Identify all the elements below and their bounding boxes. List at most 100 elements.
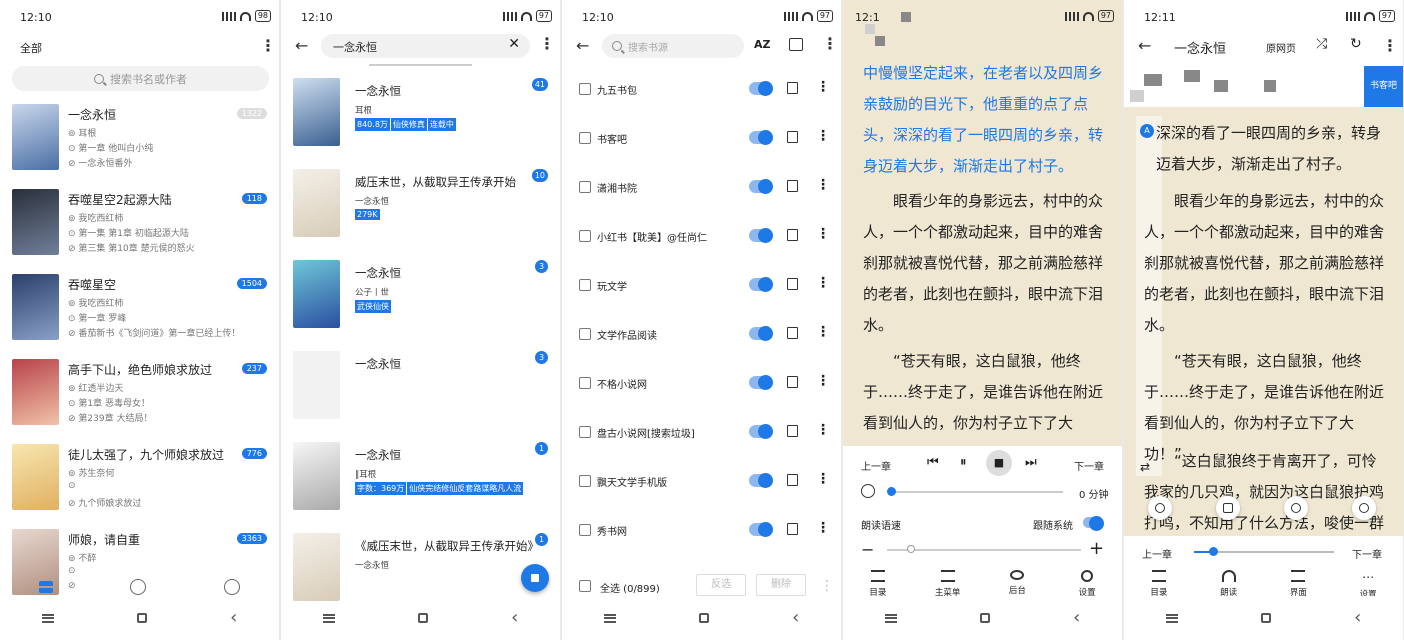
source-enable-toggle[interactable] <box>749 473 773 488</box>
shelf-search-bar[interactable]: 搜索书名或作者 <box>12 66 269 91</box>
menu-item-main[interactable]: 主菜单 <box>923 570 973 598</box>
book-cover[interactable] <box>12 359 59 425</box>
more-menu-icon[interactable]: ⋮ <box>816 521 830 535</box>
source-checkbox[interactable] <box>579 132 591 144</box>
source-checkbox[interactable] <box>579 83 591 95</box>
sort-az-icon[interactable]: AZ <box>754 38 771 51</box>
clear-icon[interactable]: ✕ <box>508 36 520 52</box>
more-menu-icon[interactable]: ⋮ <box>816 374 830 388</box>
refresh-icon[interactable]: ↻ <box>1350 36 1362 52</box>
edit-icon[interactable] <box>787 131 798 143</box>
back-icon[interactable]: ‹ <box>1354 609 1361 627</box>
more-menu-icon[interactable]: ⋮ <box>816 178 830 192</box>
book-cover[interactable] <box>293 169 340 237</box>
skip-forward-icon[interactable]: ⏭ <box>1025 455 1037 470</box>
plus-icon[interactable]: + <box>1089 538 1104 559</box>
search-text-button[interactable] <box>1148 496 1172 520</box>
recents-icon[interactable] <box>322 613 335 623</box>
recents-icon[interactable] <box>884 613 897 623</box>
book-source-row[interactable]: 潇湘书院 ⋮ <box>562 164 841 213</box>
speed-slider-knob[interactable] <box>907 545 915 553</box>
back-icon[interactable]: ‹ <box>230 609 237 627</box>
follow-system-toggle[interactable] <box>1083 516 1104 531</box>
more-menu-icon[interactable]: ⋮ <box>816 423 830 437</box>
book-cover[interactable] <box>12 274 59 340</box>
source-enable-toggle[interactable] <box>749 130 773 145</box>
replace-button[interactable] <box>1284 496 1308 520</box>
book-source-row[interactable]: 飘天文学手机版 ⋮ <box>562 458 841 507</box>
source-enable-toggle[interactable] <box>749 228 773 243</box>
book-cover[interactable] <box>293 533 340 601</box>
more-menu-icon[interactable]: ⋮ <box>816 325 830 339</box>
invert-selection-button[interactable]: 反选 <box>696 574 746 596</box>
recents-icon[interactable] <box>41 613 54 623</box>
book-source-row[interactable]: 不格小说网 ⋮ <box>562 360 841 409</box>
search-result-item[interactable]: 威压末世，从截取异王传承开始 一念永恒 279K 10 <box>281 169 560 261</box>
timer-icon[interactable] <box>861 484 875 498</box>
menu-item-settings[interactable]: 设置 <box>1062 570 1112 598</box>
source-enable-toggle[interactable] <box>749 522 773 537</box>
source-checkbox[interactable] <box>579 475 591 487</box>
group-title[interactable]: 全部 <box>20 40 42 56</box>
source-enable-toggle[interactable] <box>749 326 773 341</box>
auto-scroll-icon[interactable]: A <box>1140 124 1154 138</box>
source-enable-toggle[interactable] <box>749 277 773 292</box>
back-arrow-icon[interactable]: ← <box>1138 36 1151 55</box>
back-arrow-icon[interactable]: ← <box>576 36 589 55</box>
book-source-row[interactable]: 文学作品阅读 ⋮ <box>562 311 841 360</box>
home-icon[interactable] <box>698 613 709 623</box>
more-menu-icon[interactable]: ⋮ <box>816 276 830 290</box>
edit-icon[interactable] <box>787 523 798 535</box>
book-source-row[interactable]: 九五书包 ⋮ <box>562 66 841 115</box>
next-chapter-button[interactable]: 下一章 <box>1352 546 1382 561</box>
select-all-checkbox[interactable] <box>579 580 591 592</box>
more-menu-icon[interactable]: ⋮ <box>539 36 555 52</box>
more-menu-icon[interactable]: ⋮ <box>1382 38 1398 54</box>
source-enable-toggle[interactable] <box>749 375 773 390</box>
search-result-item[interactable]: 一念永恒 ‖耳根 字数：369万 仙侠完结修仙反套路谋略凡人流 1 <box>281 442 560 534</box>
book-cover[interactable] <box>293 78 340 146</box>
delete-button[interactable]: 删除 <box>756 574 806 596</box>
timer-slider-knob[interactable] <box>887 487 896 496</box>
prev-chapter-button[interactable]: 上一章 <box>1142 546 1172 561</box>
search-result-item[interactable]: 一念永恒 3 <box>281 351 560 443</box>
source-checkbox[interactable] <box>579 426 591 438</box>
menu-item-background[interactable]: 后台 <box>992 570 1042 598</box>
source-enable-toggle[interactable] <box>749 424 773 439</box>
book-source-row[interactable]: 小红书【耽美】@任尚仁 ⋮ <box>562 213 841 262</box>
profile-tab-icon[interactable] <box>224 579 241 595</box>
source-checkbox[interactable] <box>579 328 591 340</box>
book-cover[interactable] <box>12 104 59 170</box>
edit-icon[interactable] <box>787 474 798 486</box>
more-actions-icon[interactable]: ⋮ <box>820 578 834 594</box>
recents-icon[interactable] <box>1165 613 1178 623</box>
bookshelf-tab-icon[interactable] <box>38 581 53 593</box>
more-menu-icon[interactable]: ⋮ <box>822 36 838 52</box>
menu-item-toc[interactable]: 目录 <box>853 570 903 598</box>
next-chapter-button[interactable]: 下一章 <box>1074 458 1104 473</box>
more-menu-icon[interactable]: ⋮ <box>816 129 830 143</box>
book-cover[interactable] <box>12 444 59 510</box>
shuffle-icon[interactable]: ⤮ <box>1316 36 1327 52</box>
home-icon[interactable] <box>1260 613 1271 623</box>
skip-back-icon[interactable]: ⏮ <box>927 455 939 470</box>
stop-icon[interactable]: ■ <box>986 450 1012 476</box>
source-checkbox[interactable] <box>579 279 591 291</box>
edit-icon[interactable] <box>787 327 798 339</box>
home-icon[interactable] <box>417 613 428 623</box>
book-source-row[interactable]: 书客吧 ⋮ <box>562 115 841 164</box>
back-icon[interactable]: ‹ <box>1073 609 1080 627</box>
search-result-item[interactable]: 一念永恒 公子丨世 武侠仙侠 3 <box>281 260 560 352</box>
book-cover[interactable] <box>12 189 59 255</box>
back-arrow-icon[interactable]: ← <box>295 36 308 55</box>
book-list-item[interactable]: 吞噬星空 ⊚ 我吃西红柿 ⊙ 第一章 罗峰 ⊘ 番茄新书《飞剑问道》第一章已经上… <box>0 274 279 359</box>
edit-icon[interactable] <box>787 425 798 437</box>
book-list-item[interactable]: 高手下山，绝色师娘求放过 ⊚ 红透半边天 ⊙ 第1章 恶毒母女！ ⊘ 第239章… <box>0 359 279 444</box>
home-icon[interactable] <box>136 613 147 623</box>
edit-icon[interactable] <box>787 376 798 388</box>
source-search-input[interactable]: 搜索书源 <box>602 34 744 58</box>
book-cover[interactable] <box>293 260 340 328</box>
chapter-progress-knob[interactable] <box>1209 547 1218 556</box>
speed-slider[interactable] <box>887 549 1081 551</box>
source-checkbox[interactable] <box>579 181 591 193</box>
